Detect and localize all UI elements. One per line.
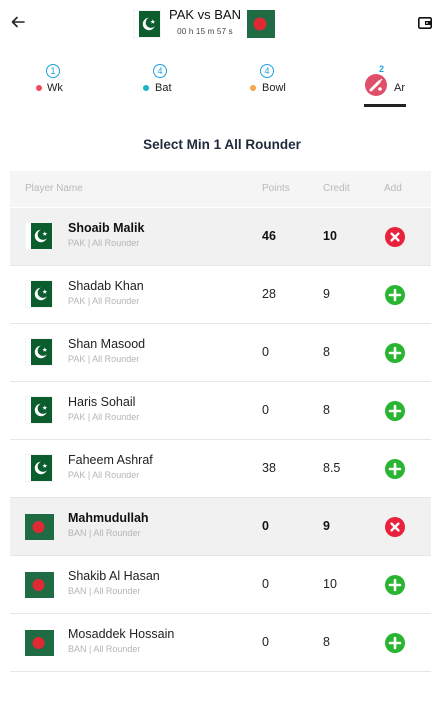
plus-icon (385, 633, 405, 653)
player-name: Haris Sohail (68, 395, 136, 409)
player-name: Shakib Al Hasan (68, 569, 160, 583)
player-credit: 8 (323, 403, 330, 417)
column-header-player: Player Name (25, 183, 83, 194)
remove-player-button[interactable] (385, 227, 405, 247)
player-name: Shan Masood (68, 337, 146, 351)
wallet-icon[interactable] (418, 17, 432, 29)
player-row[interactable]: Shakib Al Hasan BAN | All Rounder 0 10 (10, 556, 431, 614)
plus-icon (385, 343, 405, 363)
close-icon (385, 517, 405, 537)
tab-ar-label: Ar (394, 82, 405, 94)
player-points: 46 (262, 229, 276, 243)
tab-bowl-label: Bowl (262, 82, 286, 94)
player-points: 0 (262, 577, 269, 591)
add-player-button[interactable] (385, 459, 405, 479)
close-icon (385, 227, 405, 247)
bangladesh-flag-icon (25, 572, 54, 598)
bat-dot-icon (143, 85, 149, 91)
player-credit: 10 (323, 577, 337, 591)
plus-icon (385, 401, 405, 421)
player-points: 0 (262, 403, 269, 417)
tab-bat-count: 4 (153, 64, 167, 78)
player-name: Mahmudullah (68, 511, 149, 525)
player-credit: 10 (323, 229, 337, 243)
wk-dot-icon (36, 85, 42, 91)
add-player-button[interactable] (385, 633, 405, 653)
player-team-role: PAK | All Rounder (68, 238, 140, 248)
pakistan-flag-icon (133, 10, 161, 38)
pakistan-flag-icon (25, 454, 53, 482)
bowl-dot-icon (250, 85, 256, 91)
arrow-left-icon[interactable] (10, 14, 26, 30)
player-name: Mosaddek Hossain (68, 627, 175, 641)
pakistan-flag-icon (25, 280, 53, 308)
match-title: PAK vs BAN (168, 7, 241, 22)
player-team-role: BAN | All Rounder (68, 528, 141, 538)
tab-bowl-count: 4 (260, 64, 274, 78)
add-player-button[interactable] (385, 575, 405, 595)
player-row[interactable]: Shan Masood PAK | All Rounder 0 8 (10, 324, 431, 382)
cricket-bat-icon (365, 74, 387, 96)
player-points: 28 (262, 287, 276, 301)
player-row[interactable]: Mosaddek Hossain BAN | All Rounder 0 8 (10, 614, 431, 672)
player-row[interactable]: Mahmudullah BAN | All Rounder 0 9 (10, 498, 431, 556)
player-points: 0 (262, 519, 269, 533)
tab-bat-label: Bat (155, 82, 172, 94)
table-header: Player Name Points Credit Add (10, 171, 431, 207)
tab-wk-count: 1 (46, 64, 60, 78)
player-team-role: BAN | All Rounder (68, 644, 141, 654)
player-team-role: PAK | All Rounder (68, 296, 140, 306)
tab-wk[interactable]: 1 Wk (36, 60, 76, 108)
player-points: 0 (262, 345, 269, 359)
tab-ar-count: 2 (379, 64, 385, 74)
pakistan-flag-icon (25, 222, 53, 250)
active-tab-indicator (364, 104, 406, 107)
player-credit: 8.5 (323, 461, 341, 475)
plus-icon (385, 575, 405, 595)
bangladesh-flag-icon (25, 514, 54, 540)
plus-icon (385, 285, 405, 305)
tab-bat[interactable]: 4 Bat (142, 60, 182, 108)
player-credit: 9 (323, 287, 330, 301)
match-countdown-timer: 00 h 15 m 57 s (177, 27, 233, 36)
pakistan-flag-icon (25, 338, 53, 366)
player-team-role: PAK | All Rounder (68, 354, 140, 364)
player-credit: 8 (323, 345, 330, 359)
add-player-button[interactable] (385, 401, 405, 421)
add-player-button[interactable] (385, 343, 405, 363)
plus-icon (385, 459, 405, 479)
player-row[interactable]: Haris Sohail PAK | All Rounder 0 8 (10, 382, 431, 440)
player-row[interactable]: Faheem Ashraf PAK | All Rounder 38 8.5 (10, 440, 431, 498)
player-points: 0 (262, 635, 269, 649)
player-credit: 8 (323, 635, 330, 649)
column-header-credit[interactable]: Credit (323, 183, 350, 194)
player-points: 38 (262, 461, 276, 475)
bangladesh-flag-icon (25, 630, 54, 656)
player-row[interactable]: Shadab Khan PAK | All Rounder 28 9 (10, 266, 431, 324)
player-credit: 9 (323, 519, 330, 533)
player-name: Faheem Ashraf (68, 453, 153, 467)
remove-player-button[interactable] (385, 517, 405, 537)
selection-instruction: Select Min 1 All Rounder (143, 137, 301, 152)
column-header-add: Add (384, 183, 402, 194)
column-header-points[interactable]: Points (262, 183, 290, 194)
add-player-button[interactable] (385, 285, 405, 305)
player-team-role: BAN | All Rounder (68, 586, 141, 596)
player-role-tabs: 1 Wk 4 Bat 4 Bowl 2 Ar (0, 60, 444, 110)
player-team-role: PAK | All Rounder (68, 412, 140, 422)
tab-wk-label: Wk (47, 82, 63, 94)
match-header: PAK vs BAN 00 h 15 m 57 s (0, 0, 444, 50)
player-row[interactable]: Shoaib Malik PAK | All Rounder 46 10 (10, 208, 431, 266)
bangladesh-flag-icon (247, 10, 275, 38)
player-name: Shadab Khan (68, 279, 144, 293)
player-team-role: PAK | All Rounder (68, 470, 140, 480)
tab-ar[interactable]: 2 Ar (364, 60, 409, 108)
tab-bowl[interactable]: 4 Bowl (249, 60, 294, 108)
pakistan-flag-icon (25, 396, 53, 424)
player-name: Shoaib Malik (68, 221, 145, 235)
